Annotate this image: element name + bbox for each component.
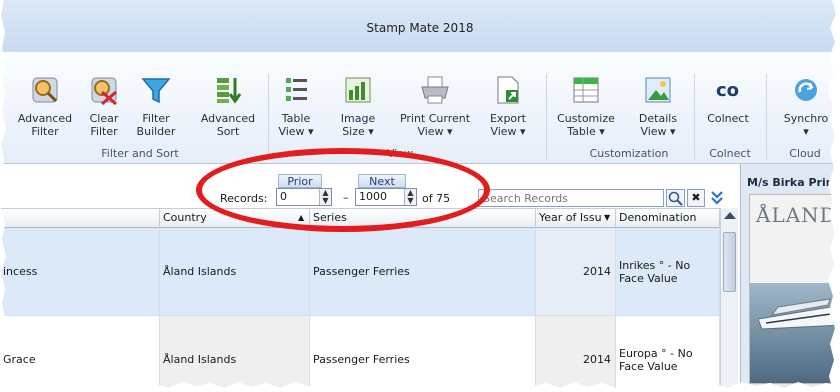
scroll-thumb[interactable] [723,232,736,292]
stamp-text: ÅLAND [756,203,837,227]
ribbon-separator [766,74,767,160]
advanced-filter-icon [32,77,58,103]
table-row[interactable]: incess Åland Islands Passenger Ferries 2… [0,228,720,316]
clear-search-icon[interactable]: ✖ [687,189,705,207]
search-box [478,189,664,207]
filter-builder-button[interactable]: Filter Builder [130,74,182,138]
column-header-denomination[interactable]: Denomination [616,209,720,228]
torn-edge-left [0,0,6,392]
cell-year: 2014 [536,228,616,316]
colnect-icon: co [716,80,739,101]
details-view-button[interactable]: Details View ▾ [634,74,682,138]
clear-filter-icon [91,77,117,106]
cell-name: incess [0,228,160,316]
expand-chevron-icon[interactable] [710,190,724,206]
print-current-view-button[interactable]: Print Current View ▾ [396,74,474,138]
window-title: Stamp Mate 2018 [366,21,474,35]
sync-cloud-icon [795,79,817,101]
cell-denomination: Inrikes ° - No Face Value [616,228,720,316]
svg-text:co: co [716,80,739,101]
export-icon [497,76,519,104]
detail-panel: M/s Birka Prince ÅLAND [740,164,840,392]
table-view-icon [286,78,307,101]
customize-table-button[interactable]: Customize Table ▾ [556,74,616,138]
ribbon-separator [546,74,547,160]
advanced-filter-button[interactable]: Advanced Filter [16,74,74,138]
funnel-icon [141,78,171,104]
ribbon-separator [268,74,269,160]
customize-table-icon [573,77,599,103]
printer-icon [421,76,449,104]
scroll-up-icon[interactable] [724,212,736,219]
torn-edge-right [828,0,840,392]
search-input[interactable] [479,190,663,206]
export-view-button[interactable]: Export View ▾ [484,74,532,138]
table-view-button[interactable]: Table View ▾ [276,74,316,138]
group-label-colnect: Colnect [709,147,751,160]
grid-scrollbar[interactable] [720,208,738,392]
torn-edge-bottom [0,382,840,392]
group-label-filter-sort: Filter and Sort [101,147,179,160]
ribbon: Advanced Filter Clear Filter Filter Buil… [0,52,840,164]
group-label-cloud: Cloud [789,147,821,160]
records-grid: Country ▲ Series Year of Issu ▼ Denomina… [0,208,720,392]
column-header-name[interactable] [0,209,160,228]
colnect-button[interactable]: co Colnect [704,74,752,125]
cell-series: Passenger Ferries [310,228,536,316]
image-size-icon [345,77,371,103]
details-view-icon [645,77,671,103]
clear-filter-button[interactable]: Clear Filter [82,74,126,138]
sort-desc-icon: ▼ [604,213,611,222]
title-bar: Stamp Mate 2018 [0,0,840,52]
sort-icon [217,78,242,104]
annotation-ellipse [196,148,490,232]
advanced-sort-button[interactable]: Advanced Sort [196,74,260,138]
ribbon-separator [694,74,695,160]
cell-country: Åland Islands [160,228,310,316]
group-label-customization: Customization [589,147,669,160]
image-size-button[interactable]: Image Size ▾ [336,74,380,138]
search-icon[interactable] [666,189,685,207]
